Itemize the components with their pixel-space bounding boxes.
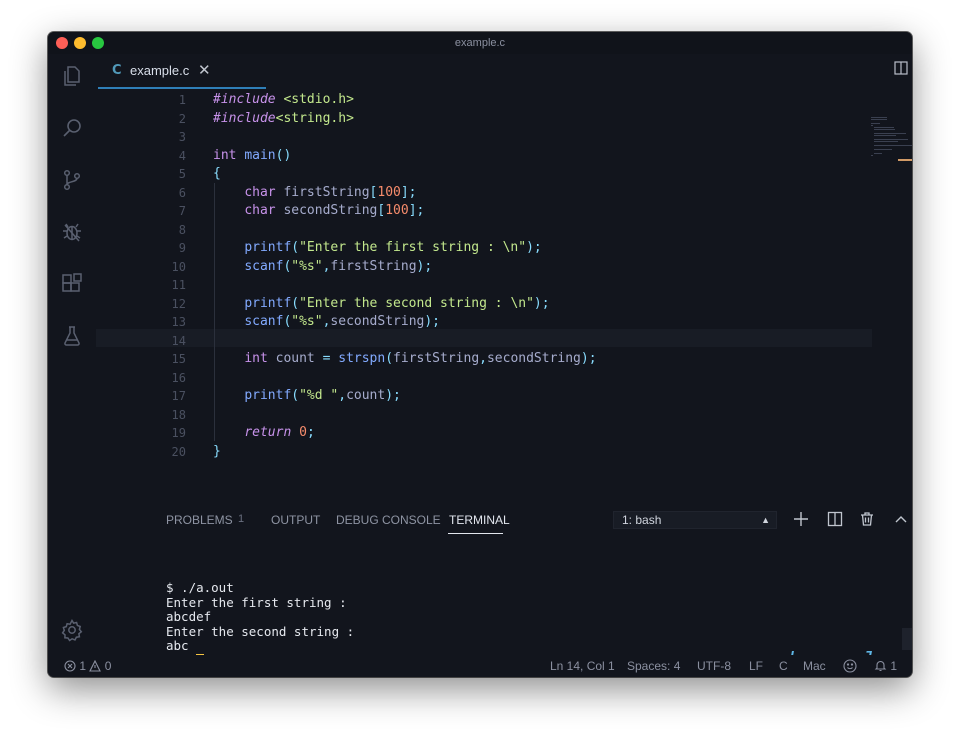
line-number: 13 — [171, 315, 186, 329]
line-number: 4 — [178, 148, 186, 163]
code-line: scanf("%s",firstString); — [244, 258, 433, 274]
terminal-line: Enter the first string : — [166, 594, 347, 610]
line-number: 18 — [171, 407, 186, 422]
code-line: return 0; — [244, 425, 315, 440]
terminal-scrollbar[interactable] — [902, 628, 912, 650]
overview-ruler-marker — [898, 159, 912, 161]
encoding[interactable]: UTF-8 — [697, 659, 731, 673]
split-terminal-icon[interactable] — [827, 511, 843, 527]
line-number: 5 — [178, 167, 186, 181]
close-window-button[interactable] — [56, 37, 68, 49]
line-number: 19 — [171, 426, 186, 440]
tab-terminal[interactable]: TERMINAL — [449, 513, 510, 527]
code-line: #include<string.h> — [213, 110, 354, 126]
code-line: { — [213, 166, 221, 181]
close-icon[interactable]: ✕ — [198, 61, 211, 79]
terminal-line: abcdef — [166, 609, 212, 625]
line-number: 7 — [178, 204, 186, 218]
status-bar: 1 0 Ln 14, Col 1 Spaces: 4 UTF-8 LF C Ma… — [48, 655, 912, 677]
bottom-panel: PROBLEMS 1 OUTPUT DEBUG CONSOLE TERMINAL… — [96, 499, 912, 674]
tab-problems[interactable]: PROBLEMS — [166, 513, 233, 527]
trash-icon[interactable] — [859, 511, 875, 527]
line-number: 12 — [171, 296, 186, 311]
activity-bar — [48, 54, 96, 655]
terminal-line: $ ./a.out — [166, 580, 234, 595]
explorer-icon[interactable] — [60, 64, 84, 88]
line-number: 2 — [178, 111, 186, 126]
problems-count-badge: 1 — [238, 513, 245, 525]
bell-icon — [874, 660, 887, 672]
line-number: 20 — [171, 444, 186, 459]
problems-status[interactable]: 1 0 — [64, 659, 111, 673]
search-icon[interactable] — [60, 116, 84, 140]
indentation[interactable]: Spaces: 4 — [627, 659, 680, 673]
terminal-line: abc — [166, 638, 189, 654]
debug-icon[interactable] — [60, 220, 84, 244]
code-line: int main() — [213, 147, 292, 163]
notifications[interactable]: 1 — [874, 659, 897, 673]
line-number: 3 — [178, 130, 186, 144]
testing-flask-icon[interactable] — [60, 324, 84, 348]
language-mode[interactable]: C — [779, 659, 788, 673]
line-number: 17 — [171, 389, 186, 403]
code-line: int count = strspn(firstString,secondStr… — [244, 351, 597, 366]
code-line: #include <stdio.h> — [213, 92, 354, 107]
tab-debug-console[interactable]: DEBUG CONSOLE — [336, 513, 441, 527]
window-title: example.c — [454, 37, 506, 49]
code-line: printf("Enter the first string : \n"); — [244, 240, 542, 255]
line-number: 6 — [178, 185, 186, 200]
split-editor-icon[interactable] — [894, 61, 908, 79]
line-number: 1 — [178, 93, 186, 107]
warning-icon — [89, 659, 102, 672]
c-file-icon: C — [112, 63, 122, 78]
line-number: 11 — [171, 278, 186, 292]
error-count: 1 — [79, 659, 87, 673]
line-number: 14 — [171, 333, 186, 348]
code-editor[interactable]: 1 #include <stdio.h> 2 #include<string.h> … — [96, 89, 912, 499]
vscode-window: example.c C example.c ✕ 1 #include <stdi… — [48, 32, 912, 677]
terminal-select-value: 1: bash — [622, 513, 662, 527]
select-arrows-icon: ▲ — [761, 515, 770, 525]
chevron-up-icon[interactable] — [893, 511, 909, 527]
line-number: 16 — [171, 370, 186, 385]
code-line: printf("Enter the second string : \n"); — [244, 295, 550, 311]
source-control-icon[interactable] — [60, 168, 84, 192]
code-line: char secondString[100]; — [244, 203, 425, 218]
maximize-window-button[interactable] — [92, 37, 104, 49]
line-number: 10 — [171, 259, 186, 274]
feedback-smiley-icon[interactable] — [843, 659, 857, 674]
warning-count: 0 — [104, 659, 112, 673]
end-of-line[interactable]: LF — [749, 659, 763, 673]
line-number: 15 — [171, 352, 186, 366]
minimize-window-button[interactable] — [74, 37, 86, 49]
code-line: } — [213, 443, 221, 459]
minimap[interactable] — [871, 117, 912, 157]
code-line: printf("%d ",count); — [244, 388, 401, 403]
title-bar: example.c — [48, 32, 912, 54]
error-icon — [64, 660, 76, 672]
code-line: char firstString[100]; — [244, 184, 417, 200]
line-number: 9 — [178, 241, 186, 255]
cursor-position[interactable]: Ln 14, Col 1 — [550, 659, 615, 673]
gear-icon[interactable] — [60, 618, 84, 642]
plus-icon[interactable] — [793, 511, 809, 527]
extensions-icon[interactable] — [60, 272, 84, 296]
tab-label: example.c — [130, 63, 190, 78]
terminal-line: Enter the second string : — [166, 623, 355, 639]
tab-example-c[interactable]: C example.c ✕ — [98, 54, 266, 89]
notification-count: 1 — [890, 659, 898, 673]
editor-tab-bar: C example.c ✕ ··· — [96, 54, 912, 89]
terminal-select[interactable]: 1: bash ▲ — [613, 511, 777, 529]
code-line: scanf("%s",secondString); — [244, 314, 440, 329]
platform[interactable]: Mac — [803, 659, 826, 673]
line-number: 8 — [178, 222, 186, 237]
tab-output[interactable]: OUTPUT — [271, 513, 320, 527]
active-tab-indicator — [448, 533, 503, 534]
